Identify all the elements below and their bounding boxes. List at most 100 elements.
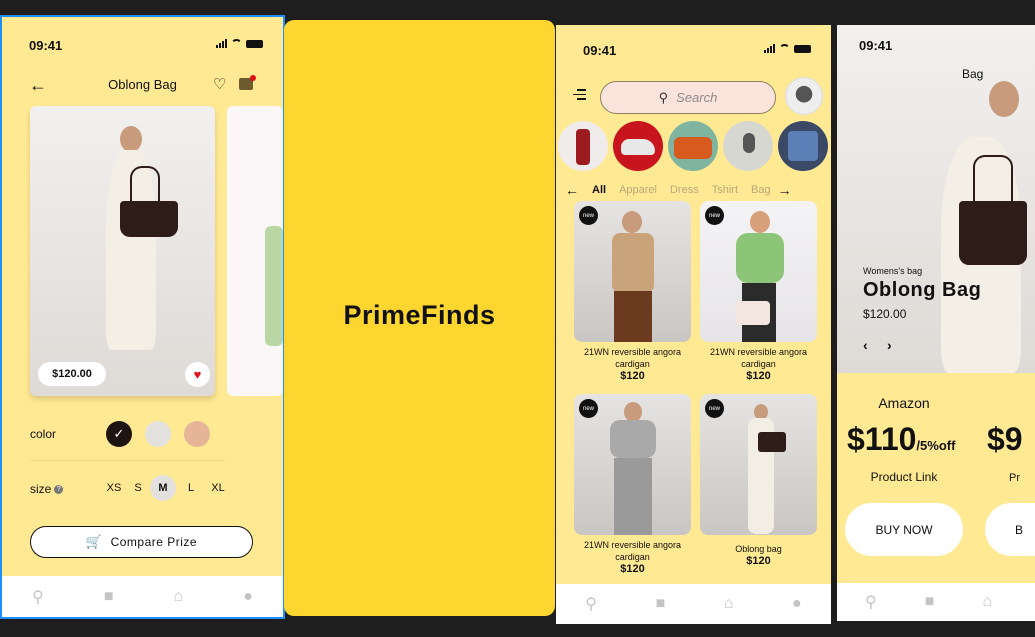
- tab-apparel[interactable]: Apparel: [619, 184, 657, 196]
- product-name: 21WN reversible angora cardigan: [583, 540, 682, 562]
- profile-icon[interactable]: ●: [243, 588, 253, 606]
- help-icon[interactable]: ?: [54, 484, 64, 494]
- category-thumb-dress[interactable]: [558, 121, 608, 171]
- status-bar: 09:41: [556, 25, 831, 62]
- size-option-m[interactable]: M: [150, 475, 176, 501]
- status-time: 09:41: [29, 38, 63, 53]
- product-image[interactable]: $120.00 ♥: [30, 106, 215, 396]
- offer-price-next: $9: [987, 421, 1023, 457]
- color-swatch-peach[interactable]: [184, 421, 210, 447]
- favorite-button[interactable]: ♥: [185, 362, 210, 387]
- search-icon[interactable]: ⚲: [32, 587, 44, 607]
- size-option-s[interactable]: S: [130, 482, 146, 494]
- bottom-nav: ⚲ ■ ⌂ ●: [556, 584, 831, 624]
- search-placeholder: Search: [676, 90, 718, 105]
- signal-icon: [216, 39, 227, 48]
- category-thumb-shoes[interactable]: [613, 121, 663, 171]
- category-label: Womens's bag: [863, 266, 923, 276]
- next-product-image[interactable]: [227, 106, 283, 396]
- offer-store-name: Amazon: [878, 395, 930, 411]
- search-icon[interactable]: ⚲: [585, 594, 597, 614]
- category-thumb-decor[interactable]: [723, 121, 773, 171]
- product-price: $120: [620, 370, 645, 382]
- color-label: color: [30, 427, 57, 441]
- tab-dress[interactable]: Dress: [670, 184, 699, 196]
- product-card[interactable]: new 21WN reversible angora cardigan $120: [574, 394, 691, 575]
- size-option-xl[interactable]: XL: [206, 482, 230, 494]
- status-bar: 09:41: [837, 25, 1035, 57]
- profile-icon[interactable]: ●: [792, 595, 802, 613]
- home-icon[interactable]: ⌂: [724, 595, 734, 613]
- tab-tshirt[interactable]: Tshirt: [712, 184, 738, 196]
- product-card[interactable]: new Oblong bag $120: [700, 394, 817, 567]
- category-thumbnails: [558, 121, 828, 171]
- product-detail-screen: 09:41 ← Oblong Bag ♡ $120.00 ♥ color ✓ s…: [0, 15, 285, 619]
- bottom-nav: ⚲ ■ ⌂: [837, 583, 1035, 621]
- divider: [30, 460, 225, 461]
- check-icon: ✓: [113, 426, 125, 441]
- product-title: Oblong Bag: [863, 279, 982, 301]
- brand-logo: PrimeFinds: [343, 300, 496, 330]
- size-options: XS S M L XL: [102, 475, 230, 501]
- wifi-icon: [231, 39, 242, 48]
- heart-outline-icon[interactable]: ♡: [213, 75, 226, 93]
- product-name: Oblong bag: [735, 544, 782, 554]
- bookmark-icon[interactable]: ■: [925, 593, 935, 611]
- splash-screen: PrimeFinds: [284, 20, 555, 616]
- category-next-arrow-icon[interactable]: →: [778, 182, 792, 198]
- product-card-image: new: [574, 201, 691, 342]
- product-card[interactable]: new 21WN reversible angora cardigan $120: [574, 201, 691, 382]
- status-icons: [764, 44, 811, 53]
- tab-bag[interactable]: Bag: [751, 184, 771, 196]
- home-icon[interactable]: ⌂: [174, 588, 184, 606]
- buy-now-button[interactable]: BUY NOW: [845, 503, 963, 556]
- product-name: 21WN reversible angora cardigan: [709, 347, 808, 369]
- product-card-image: new: [700, 201, 817, 342]
- status-icons: [216, 39, 263, 48]
- status-time: 09:41: [583, 43, 617, 58]
- category-tabs: ← All Apparel Dress Tshirt Bag →: [565, 182, 820, 198]
- cart-badge: [250, 75, 256, 81]
- cart-icon[interactable]: [239, 75, 256, 90]
- product-link-next[interactable]: Pr: [1009, 472, 1020, 484]
- color-swatch-grey[interactable]: [145, 421, 171, 447]
- menu-icon[interactable]: [573, 89, 586, 100]
- search-icon[interactable]: ⚲: [865, 592, 877, 612]
- size-label: size ?: [30, 482, 64, 496]
- hero-label: Bag: [962, 67, 984, 81]
- search-input[interactable]: ⚲ Search: [600, 81, 776, 114]
- offer-price: $110/5%off: [847, 421, 956, 457]
- size-option-l[interactable]: L: [180, 482, 202, 494]
- bookmark-icon[interactable]: ■: [656, 595, 666, 613]
- home-icon[interactable]: ⌂: [982, 593, 992, 611]
- product-card-image: new: [700, 394, 817, 535]
- product-price: $120: [746, 370, 771, 382]
- category-prev-arrow-icon[interactable]: ←: [565, 182, 579, 198]
- product-price: $120.00: [863, 307, 907, 321]
- battery-icon: [794, 44, 811, 53]
- avatar[interactable]: [785, 77, 823, 115]
- buy-now-button-next[interactable]: B: [985, 503, 1035, 556]
- new-badge: new: [579, 399, 598, 418]
- prev-arrow-icon[interactable]: ‹: [863, 337, 868, 353]
- heart-filled-icon: ♥: [193, 367, 202, 382]
- product-price: $120: [620, 563, 645, 575]
- status-bar: 09:41: [2, 17, 283, 57]
- size-option-xs[interactable]: XS: [102, 482, 126, 494]
- price-compare-screen: 09:41 Bag Womens's bag Oblong Bag $120.0…: [837, 25, 1035, 621]
- product-name: 21WN reversible angora cardigan: [583, 347, 682, 369]
- product-card-image: new: [574, 394, 691, 535]
- bookmark-icon[interactable]: ■: [104, 588, 114, 606]
- product-card[interactable]: new 21WN reversible angora cardigan $120: [700, 201, 817, 382]
- tab-all[interactable]: All: [592, 184, 606, 196]
- compare-prize-button[interactable]: 🛒 Compare Prize: [30, 526, 253, 558]
- category-thumb-furniture[interactable]: [668, 121, 718, 171]
- product-link[interactable]: Product Link: [837, 470, 971, 484]
- battery-icon: [246, 39, 263, 48]
- wifi-icon: [779, 44, 790, 53]
- color-swatch-black[interactable]: ✓: [106, 421, 132, 447]
- status-time: 09:41: [859, 38, 893, 53]
- next-arrow-icon[interactable]: ›: [887, 337, 892, 353]
- category-thumb-electronics[interactable]: [778, 121, 828, 171]
- product-price: $120: [746, 555, 771, 567]
